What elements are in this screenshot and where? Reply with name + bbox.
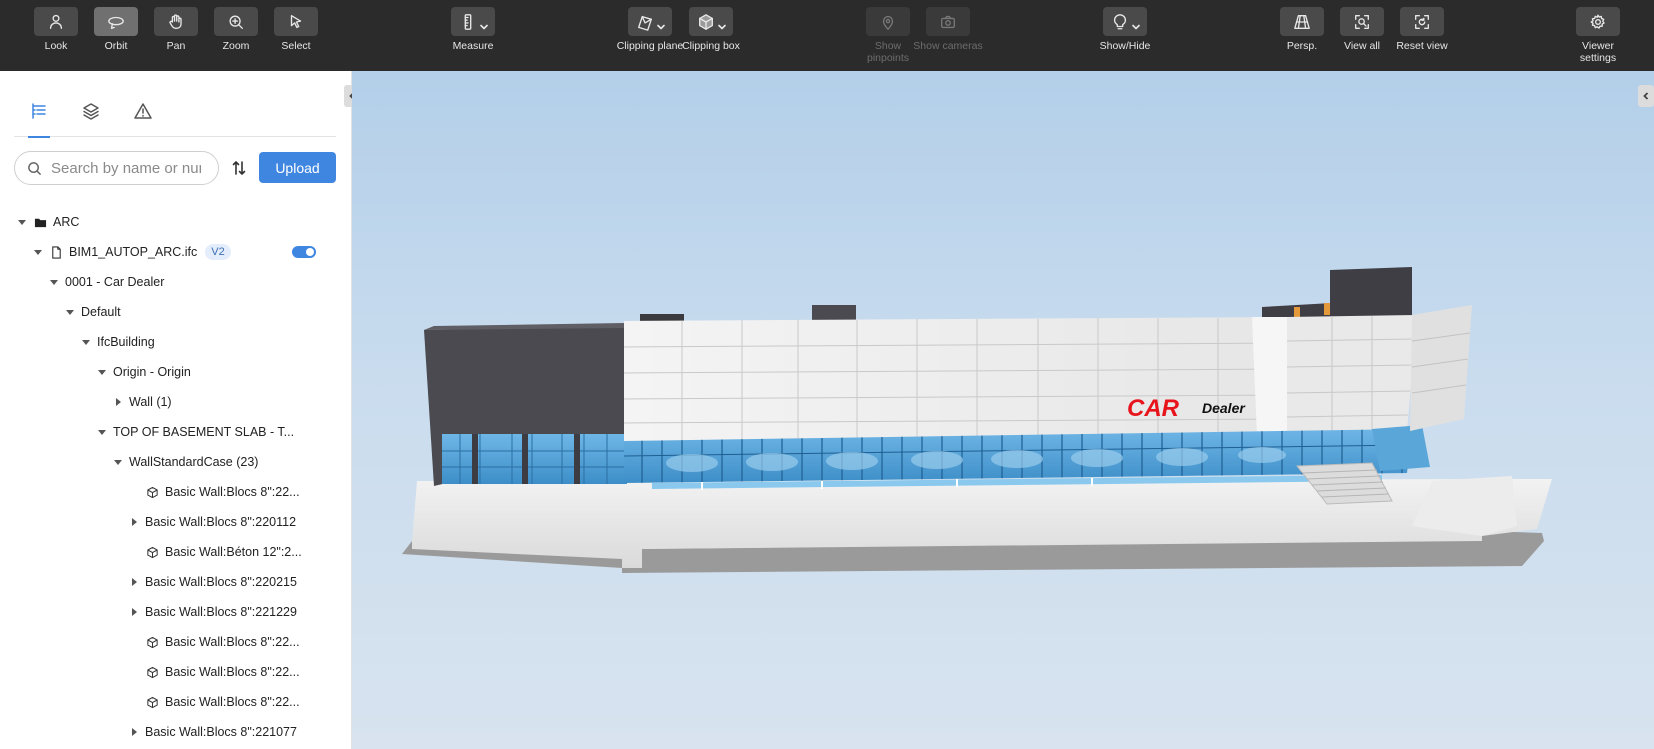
chevron-left-icon (1643, 92, 1649, 100)
collapse-caret-icon[interactable] (129, 727, 139, 737)
visibility-toggle[interactable] (292, 246, 316, 258)
chevron-down-icon (479, 18, 488, 29)
warning-icon (134, 103, 152, 119)
model-tree-panel: Upload ARC BIM1_AUTOP_ARC.ifc V2 0001 - … (0, 71, 352, 749)
cube-icon (145, 665, 159, 679)
sort-button[interactable] (228, 157, 250, 179)
search-icon (28, 161, 42, 175)
chevron-down-icon (717, 18, 726, 29)
cube-icon (145, 695, 159, 709)
layers-icon (83, 103, 99, 120)
cube-icon (698, 13, 713, 30)
tree-leaf-wall[interactable]: Basic Wall:Béton 12":2... (0, 537, 340, 567)
tree-leaf-wall[interactable]: Basic Wall:Blocs 8":22... (0, 687, 340, 717)
chevron-down-icon (1131, 18, 1140, 29)
show-hide-tool[interactable]: Show/Hide (1095, 0, 1155, 71)
sign-dealer: Dealer (1202, 400, 1246, 416)
expand-caret-icon[interactable] (33, 247, 43, 257)
tree-node-wall-221077[interactable]: Basic Wall:Blocs 8":221077 (0, 717, 340, 747)
tree-node-ifcbuilding[interactable]: IfcBuilding (0, 327, 340, 357)
tree-node-origin[interactable]: Origin - Origin (0, 357, 340, 387)
tree-node-default[interactable]: Default (0, 297, 340, 327)
zoom-tool[interactable]: Zoom (206, 0, 266, 71)
cube-icon (145, 485, 159, 499)
tree-node-ifc-file[interactable]: BIM1_AUTOP_ARC.ifc V2 (0, 237, 340, 267)
lightbulb-icon (1113, 13, 1126, 29)
version-badge: V2 (205, 244, 231, 260)
camera-icon (941, 15, 955, 28)
cursor-icon (290, 14, 302, 28)
cube-icon (145, 635, 159, 649)
expand-caret-icon[interactable] (113, 457, 123, 467)
show-cameras-tool[interactable]: Show cameras (913, 0, 983, 71)
tree-node-wall-220112[interactable]: Basic Wall:Blocs 8":220112 (0, 507, 340, 537)
search-field[interactable] (14, 151, 219, 185)
clipping-plane-tool[interactable]: Clipping plane (617, 0, 683, 71)
hand-icon (169, 13, 182, 29)
search-input[interactable] (51, 159, 201, 177)
tree-node-car-dealer[interactable]: 0001 - Car Dealer (0, 267, 340, 297)
building-model[interactable]: CAR Dealer (352, 71, 1654, 749)
expand-caret-icon[interactable] (97, 367, 107, 377)
tree-node-basement-slab[interactable]: TOP OF BASEMENT SLAB - T... (0, 417, 340, 447)
gear-icon (1590, 14, 1605, 29)
perspective-tool[interactable]: Persp. (1272, 0, 1332, 71)
clipping-plane-icon (637, 15, 652, 31)
ruler-icon (464, 13, 471, 30)
tree-node-wallstandardcase[interactable]: WallStandardCase (23) (0, 447, 340, 477)
zoom-in-icon (229, 14, 243, 29)
collapse-caret-icon[interactable] (129, 517, 139, 527)
viewer-settings-tool[interactable]: Viewer settings (1568, 0, 1628, 71)
collapse-caret-icon[interactable] (113, 397, 123, 407)
expand-caret-icon[interactable] (81, 337, 91, 347)
viewer-toolbar: Look Orbit Pan Zoom Select Measure Clipp… (0, 0, 1654, 71)
cube-icon (145, 545, 159, 559)
collapse-caret-icon[interactable] (129, 577, 139, 587)
clipping-box-tool[interactable]: Clipping box (681, 0, 741, 71)
pan-tool[interactable]: Pan (146, 0, 206, 71)
tree-leaf-wall[interactable]: Basic Wall:Blocs 8":22... (0, 477, 340, 507)
tree-node-wall[interactable]: Wall (1) (0, 387, 340, 417)
expand-caret-icon[interactable] (17, 217, 27, 227)
tree-node-wall-220215[interactable]: Basic Wall:Blocs 8":220215 (0, 567, 340, 597)
tree-leaf-wall[interactable]: Basic Wall:Blocs 8":22... (0, 627, 340, 657)
reset-view-icon (1415, 14, 1429, 29)
show-pinpoints-tool[interactable]: Show pinpoints (858, 0, 918, 71)
tab-issues[interactable] (130, 97, 156, 137)
perspective-grid-icon (1294, 14, 1310, 29)
collapse-caret-icon[interactable] (129, 607, 139, 617)
orbit-icon (108, 16, 124, 29)
tree-list-icon (32, 103, 46, 119)
pin-icon (882, 15, 894, 30)
upload-button[interactable]: Upload (259, 152, 336, 183)
expand-caret-icon[interactable] (49, 277, 59, 287)
expand-caret-icon[interactable] (97, 427, 107, 437)
file-icon (49, 245, 63, 259)
3d-viewport[interactable]: CAR Dealer (352, 71, 1654, 749)
chevron-down-icon (656, 18, 665, 29)
tree-node-wall-221229[interactable]: Basic Wall:Blocs 8":221229 (0, 597, 340, 627)
tree-leaf-wall[interactable]: Basic Wall:Blocs 8":22... (0, 657, 340, 687)
folder-icon (33, 215, 47, 229)
orbit-tool[interactable]: Orbit (86, 0, 146, 71)
person-icon (49, 14, 63, 29)
sort-arrows-icon (232, 161, 246, 175)
tree-node-arc[interactable]: ARC (0, 207, 340, 237)
look-tool[interactable]: Look (26, 0, 86, 71)
view-all-icon (1355, 14, 1369, 29)
sidebar-tabs (14, 97, 336, 138)
tab-structure[interactable] (26, 97, 52, 138)
select-tool[interactable]: Select (266, 0, 326, 71)
expand-caret-icon[interactable] (65, 307, 75, 317)
sign-car: CAR (1127, 395, 1180, 422)
collapse-right-panel-button[interactable] (1638, 85, 1654, 107)
tab-layers[interactable] (78, 97, 104, 137)
view-all-tool[interactable]: View all (1332, 0, 1392, 71)
reset-view-tool[interactable]: Reset view (1392, 0, 1452, 71)
measure-tool[interactable]: Measure (443, 0, 503, 71)
